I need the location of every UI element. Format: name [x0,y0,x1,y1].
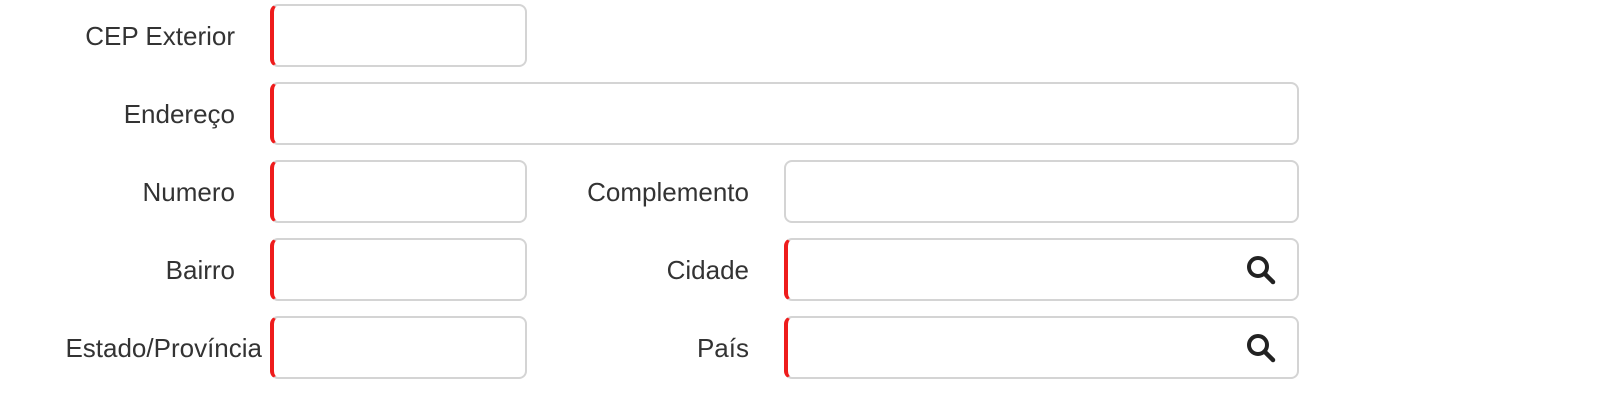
bairro-label: Bairro [165,255,235,285]
numero-field [270,160,527,223]
complemento-label: Complemento [587,177,749,207]
estado-provincia-field [270,316,527,379]
cidade-field [784,238,1299,301]
search-icon [1247,333,1276,362]
cep-exterior-label: CEP Exterior [85,21,235,51]
estado-provincia-label: Estado/Província [65,333,262,363]
pais-field [784,316,1299,379]
endereco-input[interactable] [274,84,1297,143]
estado-provincia-input[interactable] [274,318,525,377]
endereco-label: Endereço [123,99,235,129]
bairro-field [270,238,527,301]
endereco-field [270,82,1299,145]
cep-exterior-field [270,4,527,67]
cep-exterior-input[interactable] [274,6,525,65]
pais-label: País [696,333,749,363]
numero-input[interactable] [274,162,525,221]
cidade-input[interactable] [788,240,1297,299]
pais-search-button[interactable] [1243,330,1279,366]
cidade-search-button[interactable] [1243,252,1279,288]
search-icon [1247,255,1276,284]
complemento-field [784,160,1299,223]
pais-input[interactable] [788,318,1297,377]
complemento-input[interactable] [786,162,1297,221]
numero-label: Numero [142,177,235,207]
bairro-input[interactable] [274,240,525,299]
cidade-label: Cidade [666,255,749,285]
